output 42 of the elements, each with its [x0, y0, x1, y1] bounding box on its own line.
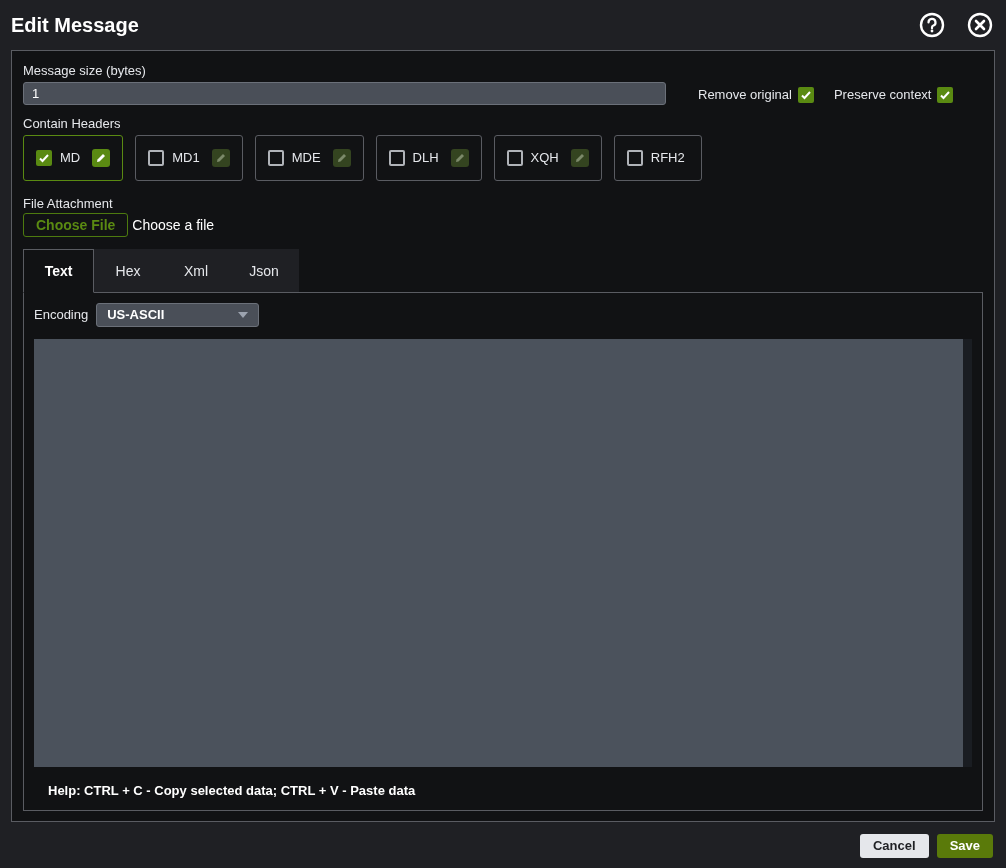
option-label: Preserve context	[833, 86, 932, 105]
help-text: Help: CTRL + C - Copy selected data; CTRL + V - Paste data	[48, 782, 417, 800]
pencil-icon	[214, 152, 227, 164]
pencil-icon	[95, 152, 108, 164]
tab[interactable]: Hex	[94, 249, 162, 293]
header-option[interactable]: DLH	[375, 135, 482, 181]
tab[interactable]: Json	[230, 249, 298, 293]
header-option[interactable]: RFH2	[613, 135, 702, 181]
field-label: Message size (bytes)	[23, 63, 147, 79]
field-label: Encoding	[34, 306, 89, 325]
header-option[interactable]: MDE	[254, 135, 364, 181]
window-title: Edit Message	[11, 13, 139, 38]
save-button[interactable]: Save	[936, 834, 993, 858]
choose-file-button[interactable]: Choose File	[23, 213, 129, 237]
checkbox[interactable]	[36, 150, 52, 166]
help-icon[interactable]	[919, 12, 945, 38]
checkbox[interactable]	[388, 150, 405, 166]
message-size-field[interactable]: 1	[23, 82, 666, 105]
field-label: File Attachment	[23, 196, 114, 212]
option-label: Remove original	[698, 86, 792, 105]
cancel-button[interactable]: Cancel	[860, 834, 929, 858]
header-option[interactable]: XQH	[493, 135, 602, 181]
file-status: Choose a file	[132, 215, 215, 235]
edit-button[interactable]	[92, 149, 111, 167]
tab[interactable]: Text	[23, 249, 94, 293]
checkbox[interactable]	[267, 150, 284, 166]
encoding-dropdown[interactable]: US-ASCII	[96, 303, 260, 327]
header-option[interactable]: MD	[23, 135, 124, 181]
pencil-icon	[573, 152, 586, 164]
checkbox[interactable]	[148, 150, 165, 166]
checkbox[interactable]	[937, 87, 954, 103]
header-option[interactable]: MD1	[135, 135, 243, 181]
caret-icon	[238, 312, 249, 318]
pencil-icon	[453, 152, 466, 164]
checkbox[interactable]	[626, 150, 643, 166]
checkbox[interactable]	[506, 150, 523, 166]
checkbox[interactable]	[797, 87, 814, 103]
tab[interactable]: Xml	[162, 249, 230, 293]
close-icon[interactable]	[967, 12, 993, 38]
pencil-icon	[335, 152, 348, 164]
field-label: Contain Headers	[23, 116, 122, 132]
scrollbar[interactable]	[963, 339, 972, 767]
